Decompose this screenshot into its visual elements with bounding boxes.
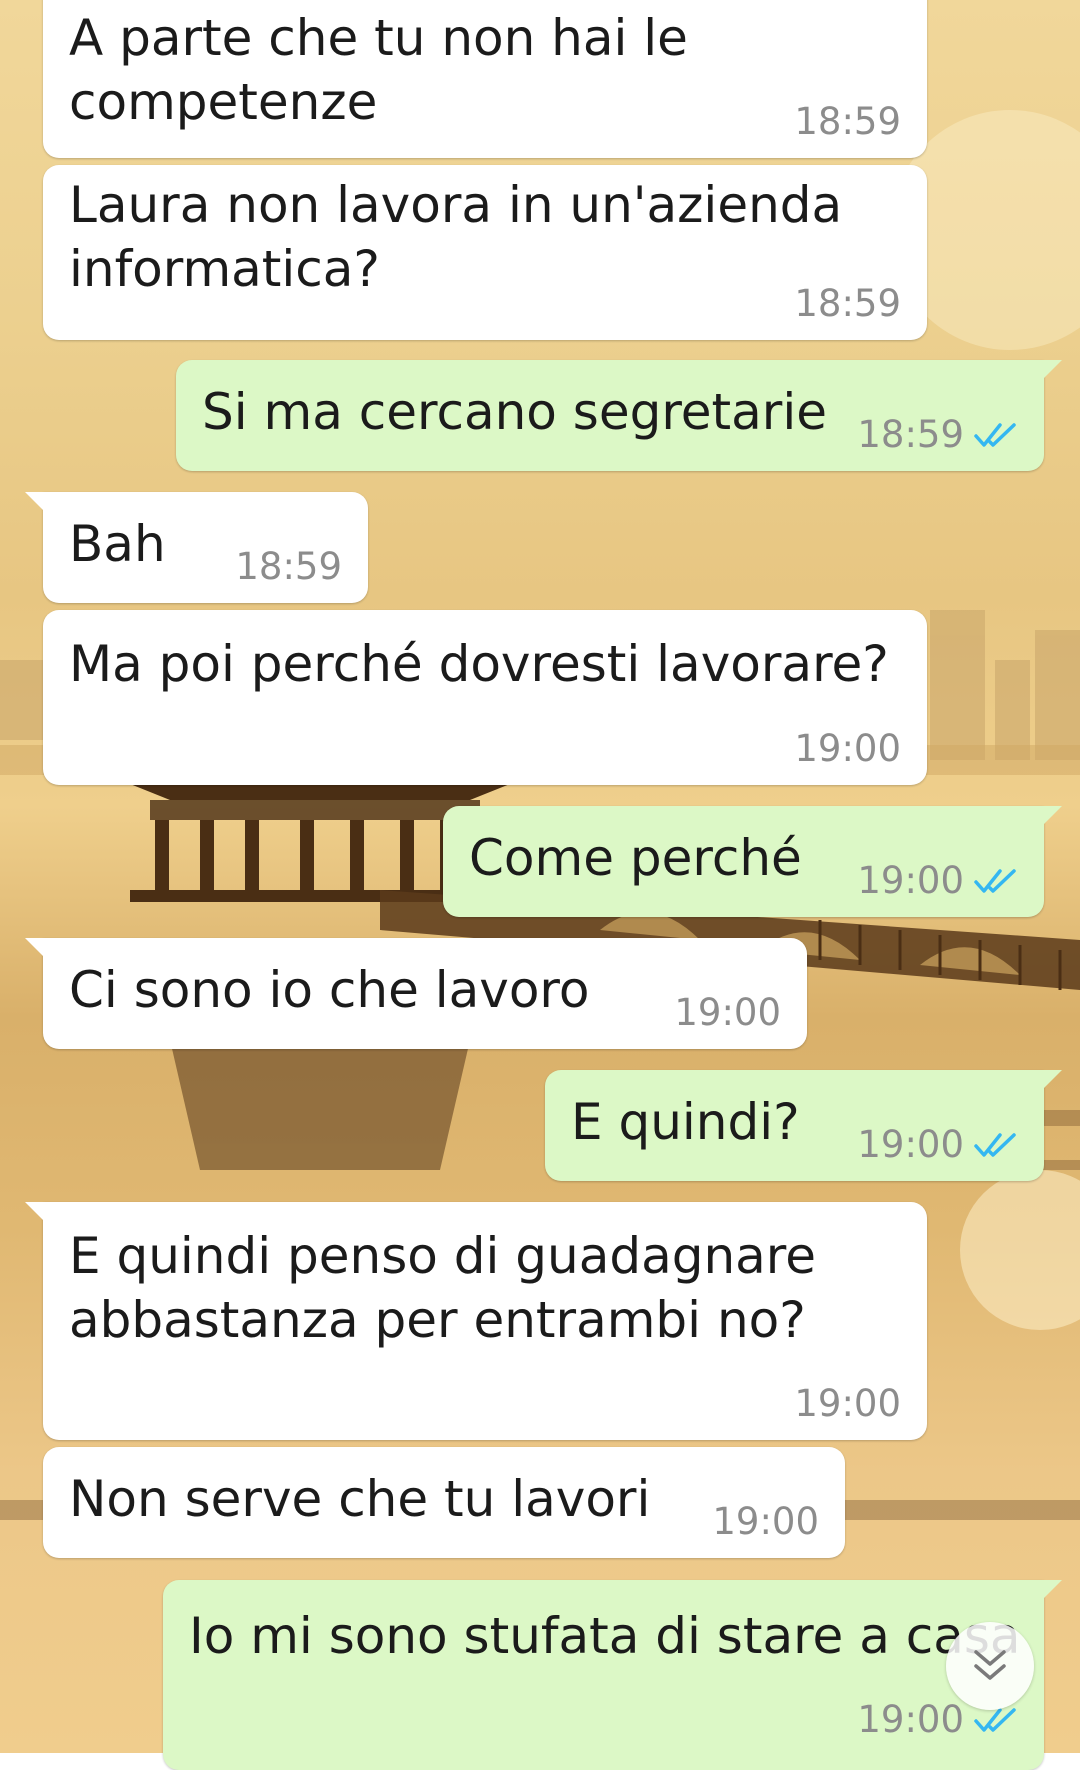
message-meta: 19:00 xyxy=(857,859,1018,903)
double-chevron-down-icon xyxy=(974,1650,1006,1680)
message-time: 19:00 xyxy=(857,859,964,902)
message-time: 18:59 xyxy=(857,413,964,456)
message-meta: 18:59 xyxy=(794,282,901,326)
incoming-message-bubble[interactable]: A parte che tu non hai le competenze 18:… xyxy=(43,0,927,158)
bubble-tail xyxy=(1036,806,1062,832)
message-text: Bah xyxy=(69,515,166,573)
message-text: Si ma cercano segretarie xyxy=(202,383,827,441)
outgoing-message-bubble[interactable]: E quindi? 19:00 xyxy=(545,1070,1062,1181)
scroll-to-bottom-button[interactable] xyxy=(946,1622,1034,1710)
message-time: 18:59 xyxy=(794,282,901,325)
incoming-message-bubble[interactable]: Ma poi perché dovresti lavorare? 19:00 xyxy=(43,610,927,785)
message-text: Come perché xyxy=(469,829,802,887)
outgoing-message-bubble[interactable]: Come perché 19:00 xyxy=(443,806,1062,917)
bubble-tail xyxy=(25,1202,51,1228)
message-text: Ma poi perché dovresti lavorare? xyxy=(69,635,889,693)
incoming-message-bubble[interactable]: Non serve che tu lavori 19:00 xyxy=(43,1447,845,1558)
message-meta: 19:00 xyxy=(674,991,781,1035)
incoming-message-bubble[interactable]: Laura non lavora in un'azienda informati… xyxy=(43,165,927,340)
message-text: Non serve che tu lavori xyxy=(69,1470,651,1528)
incoming-message-bubble[interactable]: Ci sono io che lavoro 19:00 xyxy=(25,938,807,1049)
message-time: 18:59 xyxy=(235,545,342,588)
message-time: 19:00 xyxy=(857,1698,964,1741)
message-time: 19:00 xyxy=(794,1382,901,1425)
bubble-tail xyxy=(25,492,51,518)
message-text: Laura non lavora in un'azienda informati… xyxy=(69,176,843,298)
double-check-read-icon xyxy=(974,423,1016,447)
message-meta: 18:59 xyxy=(235,545,342,589)
message-text: E quindi penso di guadagnare abbastanza … xyxy=(69,1227,816,1349)
double-check-read-icon xyxy=(974,1133,1016,1157)
message-time: 19:00 xyxy=(712,1500,819,1543)
incoming-message-bubble[interactable]: Bah 18:59 xyxy=(25,492,368,603)
bubble-tail xyxy=(25,938,51,964)
message-meta: 19:00 xyxy=(857,1123,1018,1167)
message-time: 18:59 xyxy=(794,100,901,143)
message-meta: 19:00 xyxy=(794,727,901,771)
bubble-tail xyxy=(1036,1070,1062,1096)
incoming-message-bubble[interactable]: E quindi penso di guadagnare abbastanza … xyxy=(25,1202,927,1440)
bubble-tail xyxy=(1036,360,1062,386)
message-meta: 19:00 xyxy=(794,1382,901,1426)
outgoing-message-bubble[interactable]: Si ma cercano segretarie 18:59 xyxy=(176,360,1062,471)
message-text: A parte che tu non hai le competenze xyxy=(69,9,688,131)
double-check-read-icon xyxy=(974,869,1016,893)
message-meta: 18:59 xyxy=(857,413,1018,457)
outgoing-message-bubble[interactable]: Io mi sono stufata di stare a casa 19:00 xyxy=(163,1580,1062,1770)
message-time: 19:00 xyxy=(857,1123,964,1166)
message-text: E quindi? xyxy=(571,1093,800,1151)
message-time: 19:00 xyxy=(794,727,901,770)
message-text: Ci sono io che lavoro xyxy=(69,961,590,1019)
message-text: Io mi sono stufata di stare a casa xyxy=(189,1607,1021,1665)
message-time: 19:00 xyxy=(674,991,781,1034)
message-meta: 18:59 xyxy=(794,100,901,144)
bubble-tail xyxy=(1036,1580,1062,1606)
message-meta: 19:00 xyxy=(712,1500,819,1544)
